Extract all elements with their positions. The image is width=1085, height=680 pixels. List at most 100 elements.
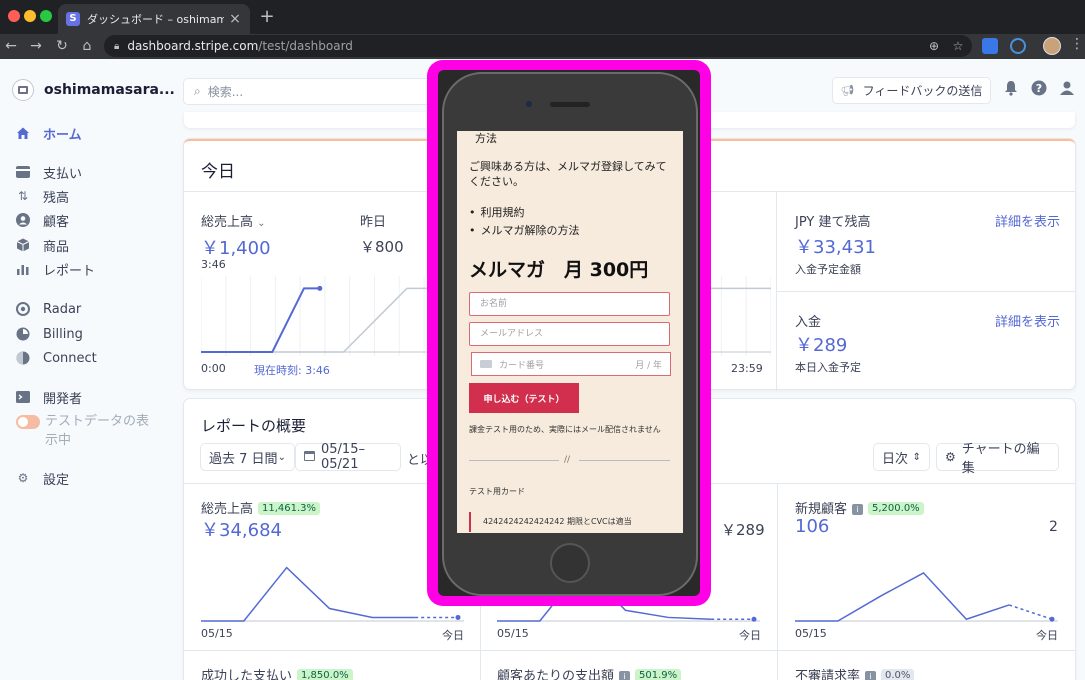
reload-icon[interactable]: ↻ (53, 36, 71, 56)
profile-avatar[interactable] (1043, 37, 1061, 55)
search-box[interactable]: ⌕ (184, 79, 434, 104)
test-data-toggle[interactable]: テストデータの表示中 (16, 412, 155, 452)
back-icon[interactable]: ← (2, 36, 20, 56)
change-badge: 1,850.0% (297, 669, 353, 680)
sidebar-item-products[interactable]: 商品 (16, 235, 69, 255)
card-number-input[interactable]: カード番号 月 / 年 (471, 352, 671, 376)
axis-start-label: 05/15 (497, 627, 529, 640)
testcard-number: 4242424242424242 期限とCVCは適当 (469, 512, 632, 532)
sidebar-item-settings[interactable]: ⚙ 設定 (16, 468, 69, 488)
edit-chart-button[interactable]: ⚙ チャートの編集 (937, 442, 1058, 476)
interval-select[interactable]: 日次 ⇕ (874, 444, 929, 470)
new-tab-icon[interactable]: + (257, 6, 277, 27)
search-icon: ⌕ (194, 84, 201, 98)
sidebar-item-label: Radar (43, 301, 82, 317)
search-input[interactable] (207, 84, 408, 99)
divider (184, 650, 1075, 651)
sidebar-item-home[interactable]: ホーム (16, 123, 82, 143)
sidebar-item-label: レポート (43, 263, 96, 279)
payout-label: 入金 (795, 315, 822, 330)
sidebar-item-reports[interactable]: レポート (16, 259, 95, 279)
sidebar-item-billing[interactable]: Billing (16, 324, 83, 344)
sidebar-item-customers[interactable]: 顧客 (16, 210, 69, 230)
sidebar-item-label: 開発者 (43, 391, 83, 407)
feedback-button[interactable]: 📢︎ フィードバックの送信 (833, 78, 990, 103)
maximize-window-button[interactable] (40, 10, 52, 22)
axis-end-label: 今日 (1036, 629, 1058, 642)
range-select[interactable]: 過去 7 日間 ⌄ (201, 444, 294, 470)
developer-icon (16, 390, 30, 404)
terms-link[interactable]: 利用規約 (469, 204, 525, 220)
bookmark-star-icon[interactable]: ☆ (950, 37, 966, 55)
billing-icon (16, 327, 30, 341)
screen-text: 方法 (475, 132, 497, 145)
metric-new-customers-value: 106 (795, 516, 830, 537)
divider-mark: // (564, 455, 571, 465)
close-window-button[interactable] (8, 10, 20, 22)
forward-icon[interactable]: → (27, 36, 45, 56)
balance-icon: ⇅ (17, 189, 29, 203)
browser-toolbar: ← → ↻ ⌂ 🔒︎ dashboard.stripe.com /test/da… (0, 34, 1085, 59)
address-bar[interactable]: 🔒︎ dashboard.stripe.com /test/dashboard … (104, 35, 972, 57)
sidebar: oshimamasara... ▾ ホーム 支払い ⇅ 残高 顧客 商品 レポー… (0, 59, 188, 680)
translate-extension-icon[interactable] (982, 38, 998, 54)
metric-spend-per-customer-label: 顧客あたりの支出額 i 501.9% (497, 665, 682, 680)
zoom-icon[interactable]: ⊕ (926, 37, 942, 55)
metric-successful-payments-label: 成功した支払い 1,850.0% (201, 665, 353, 680)
axis-start-label: 05/15 (795, 627, 827, 640)
home-icon[interactable]: ⌂ (78, 36, 96, 56)
axis-end-label: 23:59 (731, 362, 763, 375)
connect-icon (16, 351, 30, 365)
series-point (751, 616, 757, 622)
screen-heading: メルマガ 月 300円 (469, 259, 649, 281)
test-data-label: テストデータの表示中 (45, 414, 150, 448)
test-mode-switch[interactable] (16, 415, 40, 429)
url-host: dashboard.stripe.com (127, 39, 259, 53)
lock-icon: 🔒︎ (114, 40, 120, 52)
series-line (795, 571, 1010, 622)
chevron-down-icon: ⌄ (257, 218, 266, 229)
axis-start-label: 0:00 (201, 362, 226, 375)
change-badge: 501.9% (635, 669, 682, 680)
balance-details-link[interactable]: 詳細を表示 (995, 211, 1060, 230)
extension-icon[interactable] (1010, 38, 1026, 54)
date-range-picker[interactable]: 05/15–05/21 (296, 442, 400, 472)
subscribe-button[interactable]: 申し込む（テスト） (469, 383, 579, 413)
account-switcher[interactable]: oshimamasara... ▾ (12, 79, 188, 101)
svg-text:?: ? (1036, 82, 1042, 95)
sidebar-item-connect[interactable]: Connect (16, 348, 97, 368)
sidebar-item-payments[interactable]: 支払い (16, 162, 82, 182)
gross-volume-selector[interactable]: 総売上高 ⌄ (201, 211, 266, 230)
browser-menu-icon[interactable]: ⋮ (1070, 36, 1084, 52)
sidebar-item-radar[interactable]: Radar (16, 299, 81, 319)
browser-tab[interactable]: S ダッシュボード – oshimamasara × (58, 4, 250, 34)
unsubscribe-link[interactable]: メルマガ解除の方法 (469, 222, 580, 238)
sidebar-item-balance[interactable]: ⇅ 残高 (16, 186, 69, 206)
balance-sub: 入金予定金額 (795, 263, 861, 276)
card-expiry-placeholder: 月 / 年 (635, 360, 662, 371)
payout-value: ￥289 (795, 335, 848, 356)
phone-home-button[interactable] (550, 543, 590, 583)
user-icon[interactable] (1058, 80, 1076, 98)
close-tab-icon[interactable]: × (228, 11, 242, 27)
megaphone-icon: 📢︎ (840, 84, 855, 97)
today-title: 今日 (201, 162, 235, 182)
payout-details-link[interactable]: 詳細を表示 (995, 311, 1060, 330)
product-icon (16, 238, 30, 252)
sidebar-item-label: 商品 (43, 239, 70, 255)
sidebar-item-developers[interactable]: 開発者 (16, 387, 82, 407)
balance-value: ￥33,431 (795, 237, 876, 258)
current-time-label: 現在時刻: 3:46 (254, 364, 330, 377)
sidebar-item-label: 顧客 (43, 214, 70, 230)
email-input[interactable] (469, 322, 670, 346)
screen-note: 課金テスト用のため、実際にはメール配信されません (469, 425, 661, 434)
metric-new-customers-compare: 2 (1049, 519, 1058, 535)
name-input[interactable] (469, 292, 670, 316)
bell-icon[interactable] (1002, 80, 1020, 98)
info-icon: i (619, 671, 631, 680)
radar-icon (16, 302, 30, 316)
gross-sparkline (201, 566, 464, 622)
help-icon[interactable]: ? (1030, 80, 1048, 98)
minimize-window-button[interactable] (24, 10, 36, 22)
payments-icon (16, 165, 30, 179)
